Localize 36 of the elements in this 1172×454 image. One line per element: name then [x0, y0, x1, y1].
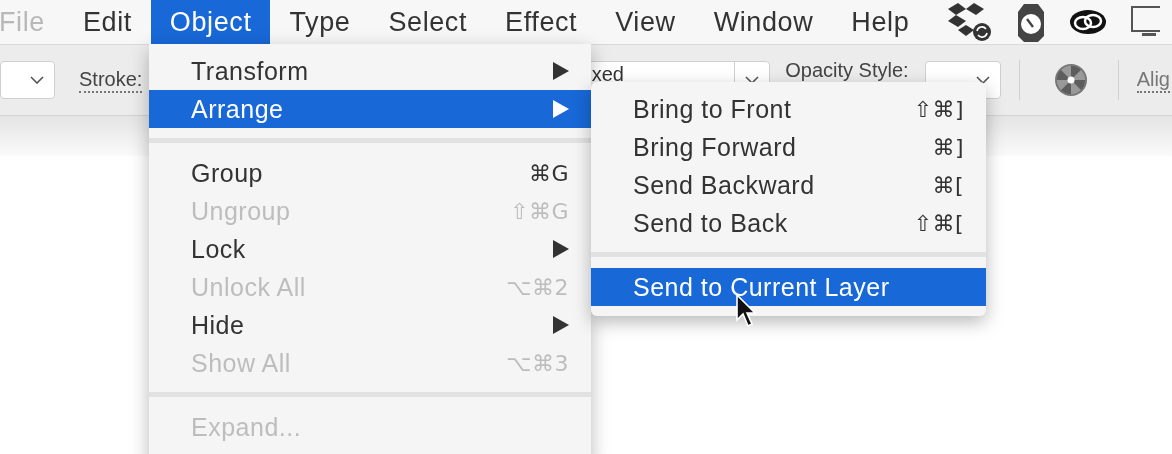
menu-item[interactable]: Group ⌘G — [149, 154, 591, 192]
menu-item[interactable]: Hide — [149, 306, 591, 344]
shortcut-text: ⇧⌘] — [913, 96, 964, 122]
shortcut-text: ⇧⌘G — [510, 198, 569, 224]
cloud-rings-icon — [1068, 8, 1109, 36]
menu-item[interactable]: Bring to Front ⇧⌘] — [591, 90, 986, 128]
chevron-down-icon — [745, 76, 760, 84]
chevron-down-icon — [30, 76, 44, 84]
shortcut-text: ⌘G — [528, 160, 569, 186]
menu-item[interactable]: Send to Current Layer — [591, 268, 986, 306]
menu-title[interactable]: Window — [694, 0, 833, 44]
menu-title[interactable]: Select — [369, 0, 487, 44]
dropdown[interactable] — [0, 61, 55, 99]
shortcut-text: ⌘[ — [932, 172, 964, 198]
menu-title[interactable]: Edit — [63, 0, 151, 44]
shortcut-text: ⌥⌘2 — [506, 274, 569, 300]
menu-item[interactable]: Send Backward ⌘[ — [591, 166, 986, 204]
menu-title[interactable]: Effect — [486, 0, 597, 44]
shortcut-text: ⌘] — [932, 134, 964, 160]
display-icon — [1130, 5, 1161, 39]
stroke-label: Stroke: — [79, 67, 143, 93]
shortcut-text: ⇧⌘[ — [913, 210, 964, 236]
shortcut-text: ⌥⌘3 — [506, 350, 569, 376]
align-label: Alig — [1136, 67, 1170, 93]
menu-title[interactable]: Type — [270, 0, 370, 44]
menu-title[interactable]: Help — [832, 0, 929, 44]
menu-item[interactable]: Send to Back ⇧⌘[ — [591, 204, 986, 242]
menu-item[interactable]: Arrange — [149, 90, 591, 128]
menu-title[interactable]: Object — [150, 0, 271, 44]
menu-item[interactable]: Lock — [149, 230, 591, 268]
opacity-style-label: Opacity Style: — [785, 60, 909, 80]
color-wheel-icon — [1053, 63, 1088, 97]
menu-title[interactable]: View — [596, 0, 695, 44]
menu-item[interactable]: Bring Forward ⌘] — [591, 128, 986, 166]
menu-item[interactable]: Transform — [149, 52, 591, 90]
chevron-down-icon — [975, 76, 990, 84]
